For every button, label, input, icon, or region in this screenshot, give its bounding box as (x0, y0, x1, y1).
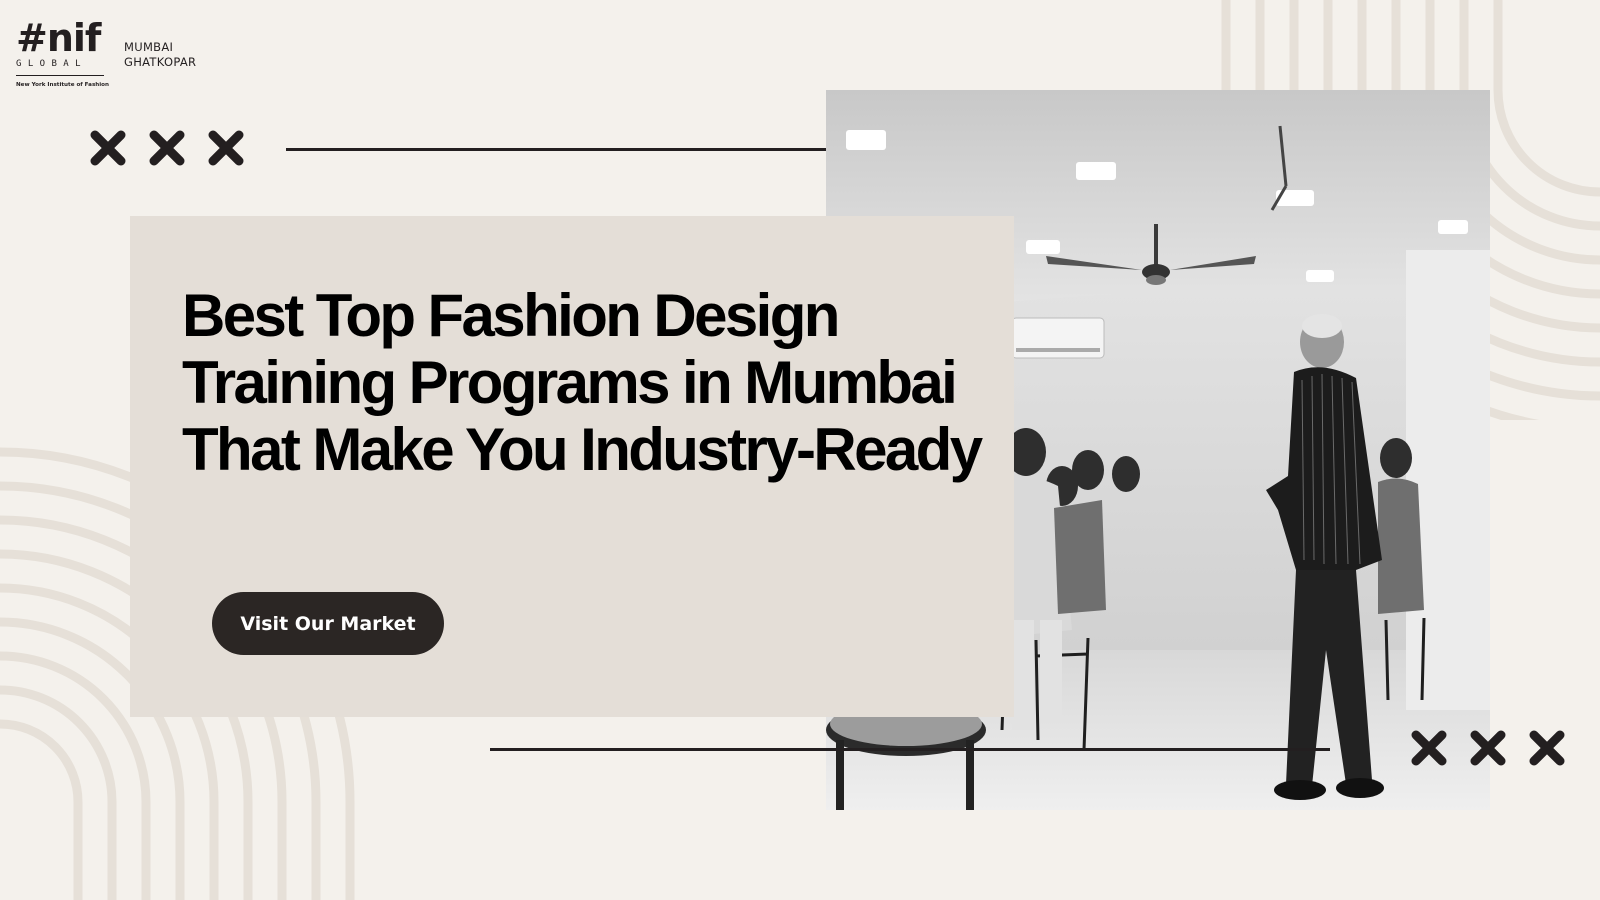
x-marks-top (89, 129, 245, 167)
x-mark-icon (1411, 730, 1447, 766)
visit-our-market-button[interactable]: Visit Our Market (212, 592, 444, 655)
logo-mark: #nif (16, 16, 101, 60)
x-marks-bottom (1410, 729, 1566, 767)
location-area: GHATKOPAR (124, 55, 197, 69)
x-mark-icon (1470, 730, 1506, 766)
divider-line-bottom (490, 748, 1330, 751)
location-city: MUMBAI (124, 40, 174, 54)
divider-line-top (286, 148, 858, 151)
logo-tagline: New York Institute of Fashion (16, 82, 109, 88)
x-mark-icon (90, 130, 126, 166)
x-mark-icon (1529, 730, 1565, 766)
x-mark-icon (208, 130, 244, 166)
x-mark-icon (149, 130, 185, 166)
nif-global-logo[interactable]: #nif GLOBAL New York Institute of Fashio… (16, 16, 109, 88)
campus-location: MUMBAI GHATKOPAR (124, 40, 196, 70)
logo-divider (16, 75, 104, 76)
logo-global-text: GLOBAL (16, 59, 87, 69)
page-title: Best Top Fashion Design Training Program… (182, 282, 983, 483)
hero-card: Best Top Fashion Design Training Program… (130, 216, 1014, 717)
